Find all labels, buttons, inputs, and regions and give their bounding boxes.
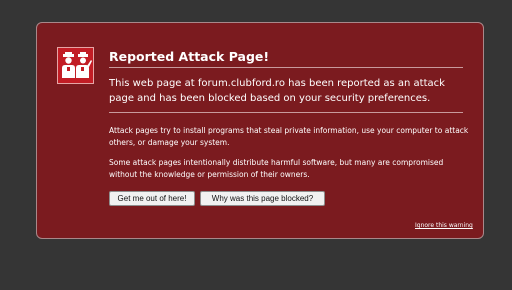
get-me-out-button[interactable]: Get me out of here!: [109, 191, 195, 206]
attack-description-paragraph: Attack pages try to install programs tha…: [109, 126, 469, 147]
page-title: Reported Attack Page!: [109, 49, 270, 64]
why-blocked-button[interactable]: Why was this page blocked?: [200, 191, 325, 206]
police-officer-shield-icon: [57, 47, 94, 84]
message-divider: [109, 112, 463, 113]
ignore-warning-link[interactable]: Ignore this warning: [415, 222, 473, 230]
attack-warning-panel: Reported Attack Page! This web page at f…: [36, 22, 484, 239]
title-divider: [109, 67, 463, 68]
compromise-description-paragraph: Some attack pages intentionally distribu…: [109, 158, 444, 179]
blocked-message: This web page at forum.clubford.ro has b…: [109, 78, 445, 104]
